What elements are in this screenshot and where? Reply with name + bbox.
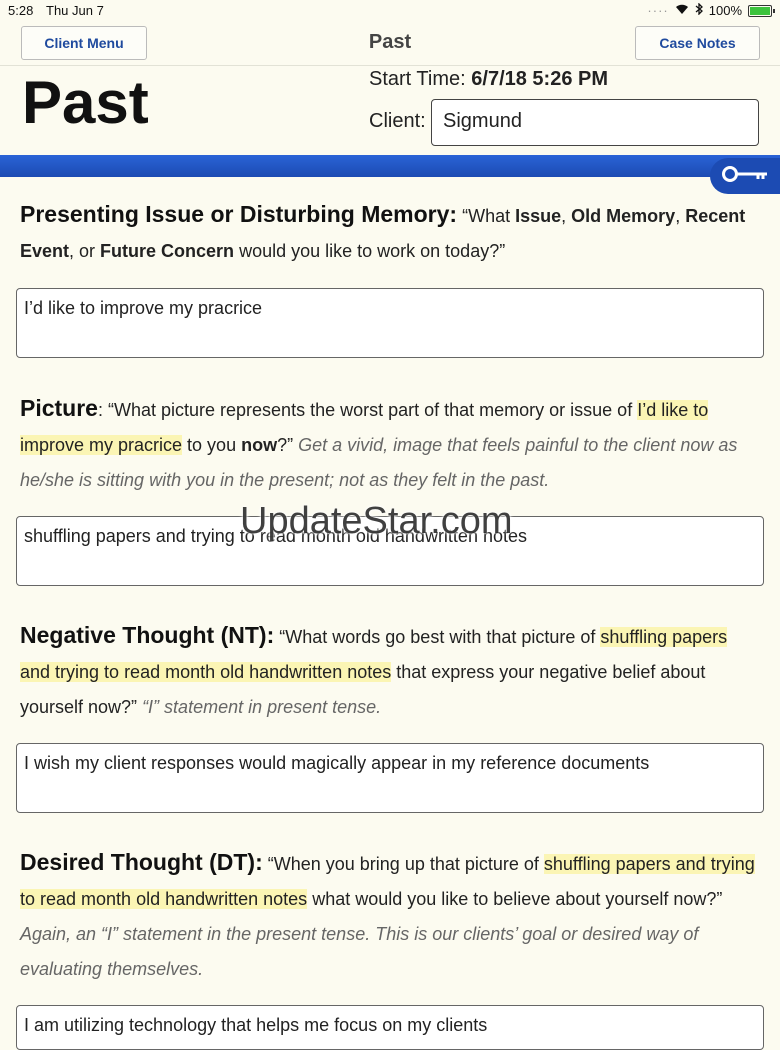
question-text: ?” [277,435,299,455]
keyword: Issue [515,206,562,226]
section-heading: Picture [20,395,98,421]
question-text: “What [457,206,516,226]
key-icon [720,164,770,189]
case-notes-button[interactable]: Case Notes [635,26,760,60]
start-time-value: 6/7/18 5:26 PM [471,68,609,90]
status-date: Thu Jun 7 [46,3,104,18]
page-title: Past [22,69,149,136]
question-text: what would you like to believe about you… [307,889,723,909]
section-heading: Desired Thought (DT): [20,849,263,875]
start-time-label: Start Time: [369,68,466,90]
wifi-icon [675,3,689,18]
header-divider [0,65,780,66]
picture-section: Picture: “What picture represents the wo… [20,391,760,498]
status-right: ···· 100% [647,2,775,18]
keyword: now [241,435,278,455]
question-text: “What words go best with that picture of [274,627,601,647]
guidance-note: Again, an “I” statement in the present t… [20,924,699,979]
client-field[interactable]: Sigmund [431,99,759,146]
negative-thought-section: Negative Thought (NT): “What words go be… [20,618,760,725]
question-text: , [561,206,572,226]
guidance-note: “I” statement in present tense. [142,697,382,717]
signal-dots-icon: ···· [647,3,669,18]
start-time: Start Time: 6/7/18 5:26 PM [369,68,608,91]
presenting-issue-field[interactable]: I’d like to improve my pracrice [16,288,764,358]
status-time: 5:28 [8,3,34,18]
question-text: to you [182,435,242,455]
question-text: : “What picture represents the worst par… [97,400,638,420]
desired-thought-section: Desired Thought (DT): “When you bring up… [20,845,760,987]
status-bar: 5:28 Thu Jun 7 ···· 100% [0,0,780,22]
desired-thought-field[interactable]: I am utilizing technology that helps me … [16,1005,764,1050]
keyword: Future Concern [100,241,235,261]
section-heading: Negative Thought (NT): [20,622,275,648]
question-text: “When you bring up that picture of [262,854,544,874]
header-band [0,155,780,177]
question-text: , or [69,241,101,261]
section-heading: Presenting Issue or Disturbing Memory: [20,201,458,227]
battery-icon [748,4,775,17]
presenting-issue-section: Presenting Issue or Disturbing Memory: “… [20,197,760,269]
question-text: would you like to work on today?” [234,241,506,261]
question-text: , [675,206,686,226]
keyword: Old Memory [571,206,676,226]
negative-thought-field[interactable]: I wish my client responses would magical… [16,743,764,813]
key-button[interactable] [710,158,780,194]
battery-percent: 100% [708,3,742,18]
bluetooth-icon [695,2,703,18]
client-label: Client: [369,110,426,132]
watermark: UpdateStar.com [240,500,513,542]
